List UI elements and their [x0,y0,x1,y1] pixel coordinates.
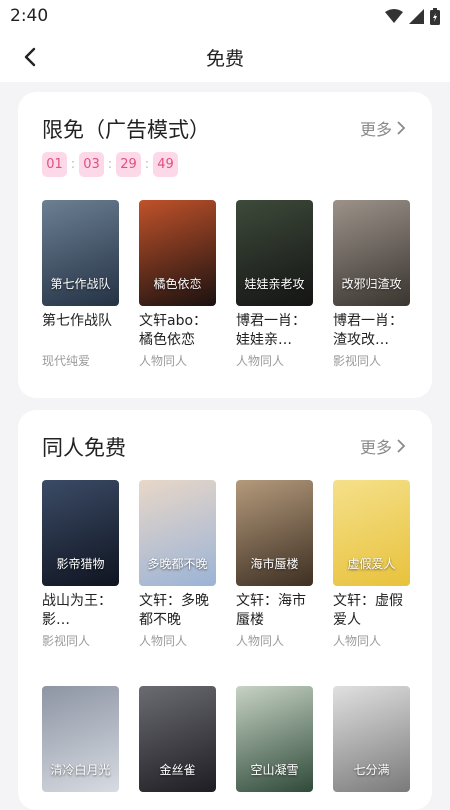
book-cover: 海市蜃楼 [236,480,313,586]
countdown-timer: 01 : 03 : 29 : 49 [42,152,178,177]
book-title: 第七作战队 [42,313,112,329]
book-title: 博君一肖：渣攻改… [333,313,403,348]
cover-text: 空山凝雪 [250,763,299,778]
cover-text: 七分满 [353,763,390,778]
book-cover: 金丝雀 [139,686,216,792]
book-category: 人物同人 [236,634,285,648]
book-cover: 多晚都不晚 [139,480,216,586]
book-cover: 空山凝雪 [236,686,313,792]
book-card[interactable]: 娃娃亲老攻 博君一肖：娃娃亲… 人物同人 [236,200,313,369]
chevron-right-icon [397,121,406,135]
cover-text: 橘色依恋 [153,277,202,292]
cover-text: 海市蜃楼 [250,557,299,572]
book-grid: 影帝猎物 战山为王：影… 影视同人 多晚都不晚 文轩：多晚都不晚 人物同人 海市… [42,480,410,649]
book-card[interactable]: 改邪归渣攻 博君一肖：渣攻改… 影视同人 [333,200,410,369]
book-card[interactable]: 第七作战队 第七作战队 现代纯爱 [42,200,119,369]
book-card[interactable]: 橘色依恋 文轩abo：橘色依恋 人物同人 [139,200,216,369]
timer-seconds: 49 [153,152,178,177]
more-button[interactable]: 更多 [360,116,406,140]
chevron-right-icon [397,439,406,453]
section-title: 限免（广告模式） [42,118,210,142]
status-time: 2:40 [10,6,49,26]
book-title: 文轩abo：橘色依恋 [139,313,208,348]
book-cover: 虚假爱人 [333,480,410,586]
status-icons [385,8,440,25]
book-card[interactable]: 清冷白月光 [42,686,119,792]
book-title: 文轩：虚假爱人 [333,593,403,628]
cover-text: 娃娃亲老攻 [244,277,305,292]
timer-days: 01 [42,152,67,177]
wifi-icon [385,9,403,23]
book-card[interactable]: 金丝雀 [139,686,216,792]
more-label: 更多 [359,120,392,139]
book-category: 影视同人 [42,634,91,648]
book-title: 战山为王：影… [42,593,112,628]
timer-hours: 03 [79,152,104,177]
fanfic-free-section: 同人免费 更多 影帝猎物 战山为王：影… 影视同人 多晚都不晚 文轩：多晚都不晚… [18,410,432,810]
book-title: 博君一肖：娃娃亲… [236,313,306,348]
book-card[interactable]: 海市蜃楼 文轩：海市蜃楼 人物同人 [236,480,313,649]
book-category: 人物同人 [139,354,188,368]
page-title: 免费 [205,48,244,70]
section-title: 同人免费 [42,436,126,460]
free-limited-section: 限免（广告模式） 更多 01 : 03 : 29 : 49 第七作战队 第七作战… [18,92,432,398]
status-bar: 2:40 [0,0,450,32]
book-cover: 影帝猎物 [42,480,119,586]
book-category: 影视同人 [333,354,382,368]
book-cover: 第七作战队 [42,200,119,306]
timer-minutes: 29 [116,152,141,177]
book-grid: 第七作战队 第七作战队 现代纯爱 橘色依恋 文轩abo：橘色依恋 人物同人 娃娃… [42,200,410,369]
book-cover: 清冷白月光 [42,686,119,792]
cover-text: 改邪归渣攻 [341,277,402,292]
book-category: 人物同人 [139,634,188,648]
book-grid: 清冷白月光 金丝雀 空山凝雪 七分满 [42,686,410,792]
cover-text: 清冷白月光 [50,763,111,778]
book-category: 人物同人 [333,634,382,648]
book-title: 文轩：多晚都不晚 [139,593,209,628]
book-category: 现代纯爱 [42,354,91,368]
more-label: 更多 [359,438,392,457]
book-cover: 橘色依恋 [139,200,216,306]
book-card[interactable]: 空山凝雪 [236,686,313,792]
book-cover: 七分满 [333,686,410,792]
cover-text: 金丝雀 [159,763,196,778]
more-button[interactable]: 更多 [360,434,406,458]
cover-text: 虚假爱人 [347,557,396,572]
cover-text: 第七作战队 [50,277,111,292]
cover-text: 多晚都不晚 [147,557,208,572]
book-cover: 改邪归渣攻 [333,200,410,306]
signal-icon [409,9,424,24]
book-category: 人物同人 [236,354,285,368]
top-bar: 免费 [0,32,450,82]
book-card[interactable]: 影帝猎物 战山为王：影… 影视同人 [42,480,119,649]
book-card[interactable]: 虚假爱人 文轩：虚假爱人 人物同人 [333,480,410,649]
book-card[interactable]: 多晚都不晚 文轩：多晚都不晚 人物同人 [139,480,216,649]
cover-text: 影帝猎物 [56,557,105,572]
book-cover: 娃娃亲老攻 [236,200,313,306]
book-title: 文轩：海市蜃楼 [236,593,306,628]
battery-icon [430,8,440,25]
book-card[interactable]: 七分满 [333,686,410,792]
